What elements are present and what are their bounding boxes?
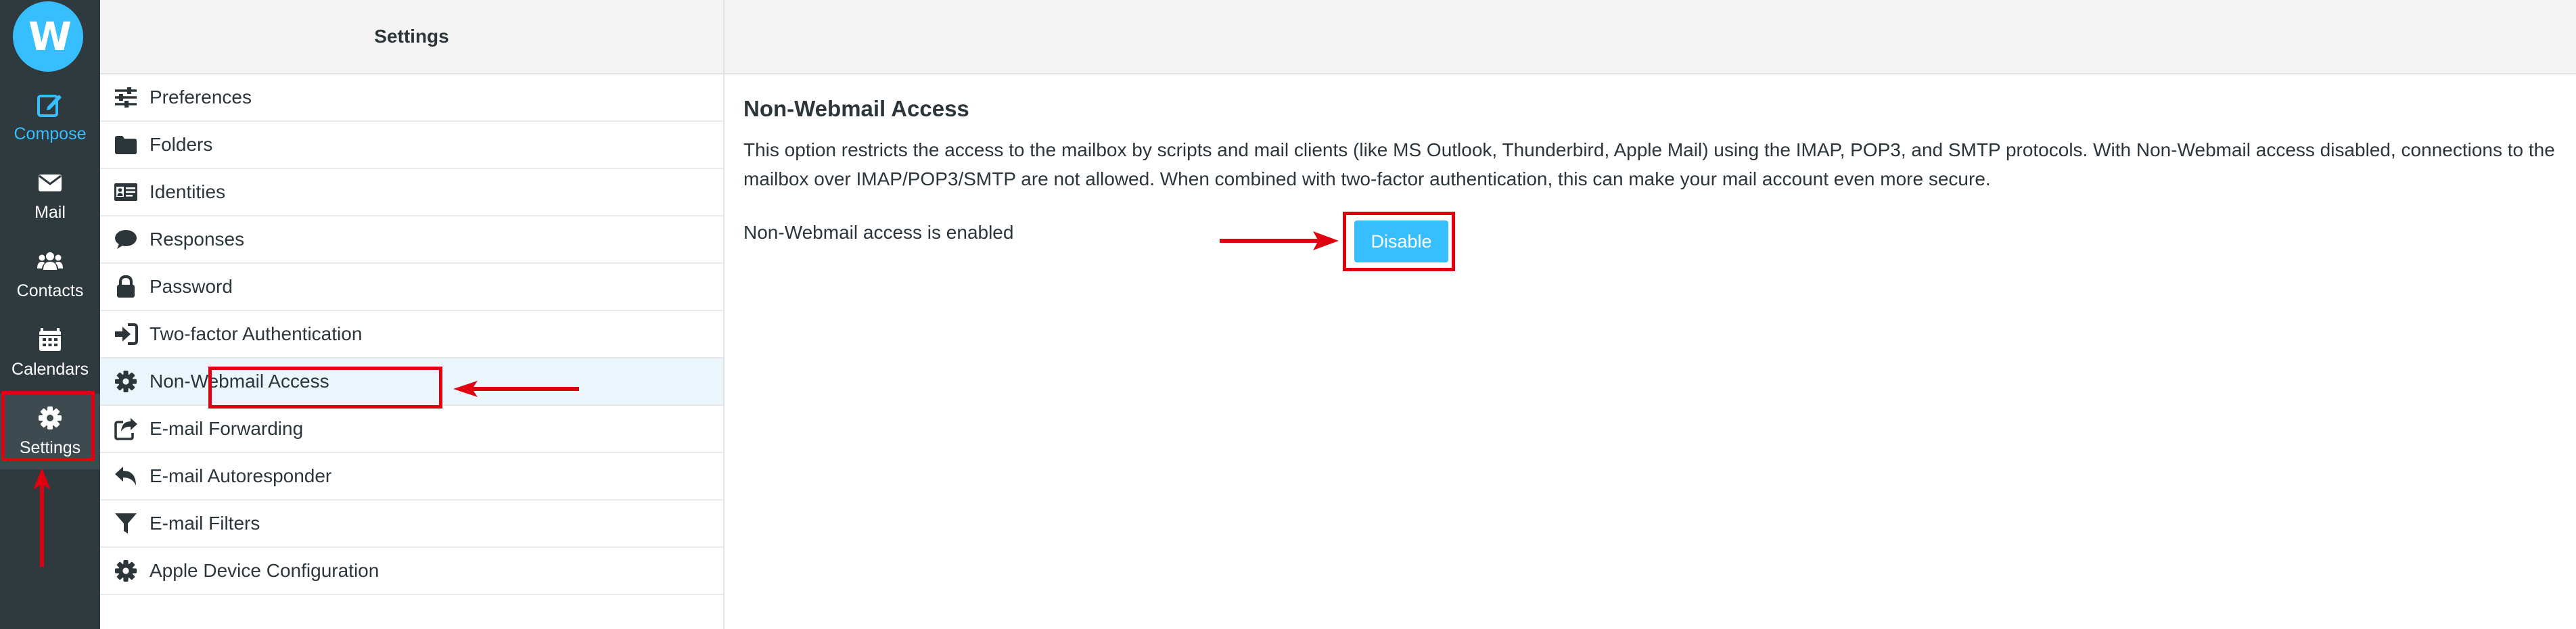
settings-item-e-mail-autoresponder[interactable]: E-mail Autoresponder [100, 453, 723, 500]
sliders-icon [115, 87, 137, 108]
settings-item-preferences[interactable]: Preferences [100, 74, 723, 122]
app-rail: W Compose Mail Contacts Calendars Settin… [0, 0, 100, 629]
settings-item-apple-device-configuration[interactable]: Apple Device Configuration [100, 548, 723, 595]
settings-item-label: Two-factor Authentication [150, 323, 363, 344]
annotation-highlight-non-webmail-access [208, 367, 442, 409]
settings-list-title: Settings [374, 26, 449, 47]
rail-item-label: Mail [34, 203, 66, 222]
id-card-icon [114, 183, 137, 201]
envelope-icon [39, 174, 62, 191]
settings-item-e-mail-forwarding[interactable]: E-mail Forwarding [100, 406, 723, 453]
rail-item-label: Contacts [16, 281, 84, 300]
settings-item-label: Folders [150, 134, 213, 155]
settings-item-e-mail-filters[interactable]: E-mail Filters [100, 500, 723, 548]
settings-item-password[interactable]: Password [100, 264, 723, 311]
page-title: Non-Webmail Access [743, 96, 969, 121]
settings-item-identities[interactable]: Identities [100, 169, 723, 216]
settings-item-folders[interactable]: Folders [100, 122, 723, 169]
settings-item-label: Password [150, 276, 233, 297]
comment-icon [115, 230, 137, 249]
disable-button[interactable]: Disable [1354, 220, 1448, 262]
rail-item-calendars[interactable]: Calendars [0, 315, 100, 391]
status-text: Non-Webmail access is enabled [743, 222, 1014, 243]
settings-list-header: Settings [100, 0, 723, 74]
calendar-icon [39, 328, 61, 351]
annotation-arrow-up [33, 468, 51, 567]
settings-item-two-factor-authentication[interactable]: Two-factor Authentication [100, 311, 723, 358]
users-icon [37, 252, 63, 270]
settings-item-label: Apple Device Configuration [150, 560, 380, 581]
rail-item-contacts[interactable]: Contacts [0, 237, 100, 312]
settings-item-label: Preferences [150, 87, 252, 108]
settings-item-responses[interactable]: Responses [100, 216, 723, 264]
settings-item-label: Responses [150, 229, 245, 250]
settings-item-label: E-mail Forwarding [150, 418, 304, 439]
gear-icon [115, 371, 137, 392]
content-panel: Non-Webmail Access This option restricts… [724, 0, 2576, 629]
description-text: This option restricts the access to the … [743, 139, 2555, 189]
annotation-arrow-left [453, 381, 579, 397]
rail-item-compose[interactable]: Compose [0, 80, 100, 156]
logo-text: W [28, 14, 72, 60]
content-header [724, 0, 2576, 74]
compose-icon [37, 95, 62, 117]
reply-icon [115, 467, 136, 486]
filter-icon [115, 513, 137, 534]
settings-list-panel: Settings Preferences Folders Identities … [100, 0, 724, 629]
rail-item-mail[interactable]: Mail [0, 158, 100, 234]
lock-icon [117, 275, 135, 298]
rail-item-label: Calendars [12, 360, 89, 379]
folder-icon [115, 136, 137, 154]
rail-item-label: Compose [14, 124, 87, 143]
settings-item-label: Identities [150, 181, 226, 202]
settings-item-label: E-mail Filters [150, 513, 260, 534]
settings-item-label: E-mail Autoresponder [150, 465, 332, 486]
sign-in-icon [115, 323, 138, 345]
share-icon [114, 418, 137, 440]
gear-icon [115, 560, 137, 582]
annotation-highlight-settings [1, 391, 95, 461]
app-logo[interactable]: W [13, 1, 83, 72]
annotation-arrow-right [1220, 231, 1339, 250]
